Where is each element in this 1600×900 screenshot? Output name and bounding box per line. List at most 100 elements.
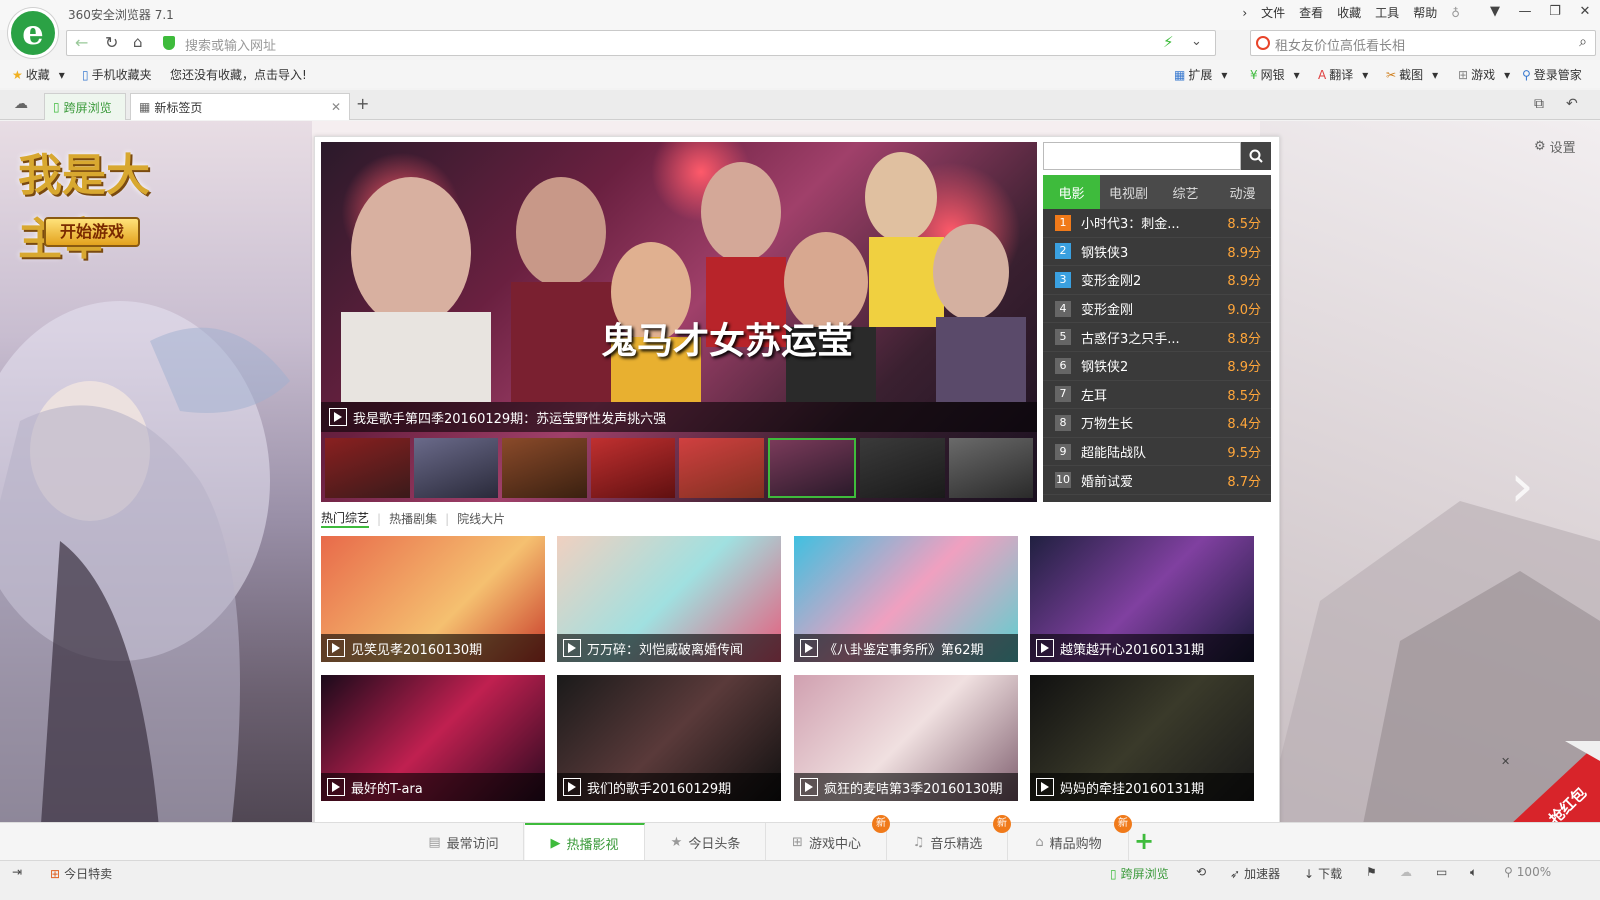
lightning-icon[interactable]: ⚡ bbox=[1163, 33, 1174, 51]
subtab-cinema[interactable]: 院线大片 bbox=[457, 510, 505, 527]
login-manager-button[interactable]: ⚲ 登录管家 bbox=[1522, 66, 1582, 83]
settings-button[interactable]: ⚙ 设置 bbox=[1534, 137, 1576, 156]
menu-view[interactable]: 查看 bbox=[1299, 4, 1323, 21]
hero-thumbnail[interactable] bbox=[413, 438, 498, 498]
flag-icon[interactable]: ⚑ bbox=[1366, 865, 1377, 879]
ranking-item[interactable]: 10 婚前试爱 8.7分 bbox=[1043, 466, 1271, 495]
ranking-item[interactable]: 1 小时代3：刺金... 8.5分 bbox=[1043, 209, 1271, 238]
nav-bar: ← ↻ ⌂ 搜索或输入网址 ⚡ ⌄ 租女友价位高低看长相 ⌕ bbox=[64, 29, 1600, 57]
new-tab-button[interactable]: + bbox=[356, 94, 369, 113]
close-icon[interactable]: ✕ bbox=[331, 100, 341, 114]
ranking-item[interactable]: 7 左耳 8.5分 bbox=[1043, 381, 1271, 410]
restore-tabs-icon[interactable]: ⧉ bbox=[1534, 96, 1544, 112]
hero-thumbnail[interactable] bbox=[860, 438, 945, 498]
bottom-nav-item[interactable]: ★ 今日头条 bbox=[646, 823, 766, 861]
menu-help[interactable]: 帮助 bbox=[1413, 4, 1437, 21]
tab-variety[interactable]: 综艺 bbox=[1157, 175, 1214, 209]
browser-logo[interactable]: e bbox=[8, 8, 58, 58]
cloud-icon[interactable]: ☁ bbox=[14, 96, 28, 112]
ebank-button[interactable]: ¥ 网银 ▾ bbox=[1250, 66, 1300, 83]
next-arrow-icon[interactable]: › bbox=[1510, 451, 1534, 521]
menu-tools[interactable]: 工具 bbox=[1375, 4, 1399, 21]
bottom-nav-item[interactable]: ⌂ 精品购物新 bbox=[1009, 815, 1132, 861]
cross-screen-button[interactable]: ▯ 跨屏浏览 bbox=[1110, 865, 1169, 882]
add-nav-button[interactable]: + bbox=[1134, 827, 1154, 855]
video-card[interactable]: 最好的T-ara bbox=[321, 675, 545, 801]
accelerator-button[interactable]: ➶ 加速器 bbox=[1230, 865, 1280, 882]
bottom-nav-item[interactable]: ▶ 热播影视 bbox=[525, 823, 645, 861]
address-bar[interactable]: ← ↻ ⌂ 搜索或输入网址 ⚡ ⌄ bbox=[66, 30, 1216, 56]
bottom-nav-item[interactable]: ♫ 音乐精选新 bbox=[888, 815, 1011, 861]
rank-title: 变形金刚2 bbox=[1081, 274, 1142, 290]
refresh-icon[interactable]: ↻ bbox=[105, 33, 118, 52]
tab-movie[interactable]: 电影 bbox=[1043, 175, 1100, 209]
skin-icon[interactable]: ▼ bbox=[1480, 0, 1510, 22]
video-card[interactable]: 越策越开心20160131期 bbox=[1030, 536, 1254, 662]
search-box[interactable]: 租女友价位高低看长相 ⌕ bbox=[1250, 30, 1596, 56]
back-icon[interactable]: ← bbox=[75, 33, 88, 52]
window-icon[interactable]: ▭ bbox=[1436, 865, 1447, 879]
tab-tv-series[interactable]: 电视剧 bbox=[1100, 175, 1157, 209]
sidebar-toggle-icon[interactable]: ⇥ bbox=[12, 865, 22, 879]
search-icon[interactable]: ⌕ bbox=[1579, 34, 1587, 50]
dropdown-icon[interactable]: ⌄ bbox=[1191, 34, 1202, 49]
search-engine-icon[interactable] bbox=[1256, 36, 1270, 50]
today-deal-button[interactable]: ⊞ 今日特卖 bbox=[50, 865, 112, 882]
hero-thumbnail[interactable] bbox=[948, 438, 1033, 498]
import-hint[interactable]: 您还没有收藏，点击导入! bbox=[170, 66, 307, 83]
medal-icon[interactable]: ♁ bbox=[1451, 6, 1460, 20]
video-card[interactable]: 妈妈的牵挂20160131期 bbox=[1030, 675, 1254, 801]
hero-banner[interactable]: 鬼马才女苏运莹 我是歌手第四季20160129期：苏运莹野性发声挑六强 bbox=[321, 142, 1037, 502]
bottom-nav-item[interactable]: ▤ 最常访问 bbox=[404, 823, 524, 861]
volume-icon[interactable]: 🔈︎ bbox=[1470, 865, 1477, 880]
close-button[interactable]: ✕ bbox=[1570, 0, 1600, 22]
mobile-favorites-button[interactable]: ▯ 手机收藏夹 bbox=[82, 66, 152, 83]
chevron-right-icon[interactable]: › bbox=[1242, 6, 1247, 20]
zoom-icon[interactable]: ⚲ 100% bbox=[1504, 865, 1551, 879]
menu-file[interactable]: 文件 bbox=[1261, 4, 1285, 21]
tab-cross-screen[interactable]: ▯ 跨屏浏览 bbox=[44, 93, 126, 120]
hero-thumbnail[interactable] bbox=[679, 438, 764, 498]
menu-favorites[interactable]: 收藏 bbox=[1337, 4, 1361, 21]
video-card[interactable]: 疯狂的麦咭第3季20160130期 bbox=[794, 675, 1018, 801]
ranking-item[interactable]: 5 古惑仔3之只手... 8.8分 bbox=[1043, 323, 1271, 352]
tab-new-tab[interactable]: ▦ 新标签页 ✕ bbox=[130, 93, 350, 120]
tab-anime[interactable]: 动漫 bbox=[1214, 175, 1271, 209]
game-ad-banner[interactable]: 我是大主宰 开始游戏 bbox=[0, 121, 312, 839]
undo-icon[interactable]: ↶ bbox=[1566, 96, 1578, 112]
close-icon[interactable]: ✕ bbox=[1501, 755, 1510, 768]
ranking-item[interactable]: 3 变形金刚2 8.9分 bbox=[1043, 266, 1271, 295]
screenshot-button[interactable]: ✂ 截图 ▾ bbox=[1386, 66, 1438, 83]
rank-number: 1 bbox=[1055, 214, 1071, 231]
download-button[interactable]: ↓ 下载 bbox=[1304, 865, 1342, 882]
hero-thumbnail[interactable] bbox=[325, 438, 410, 498]
subtab-hot-variety[interactable]: 热门综艺 bbox=[321, 509, 370, 528]
video-card[interactable]: 《八卦鉴定事务所》第62期 bbox=[794, 536, 1018, 662]
bottom-nav-item[interactable]: ⊞ 游戏中心新 bbox=[767, 815, 890, 861]
video-search-button[interactable] bbox=[1241, 142, 1271, 170]
subtab-hot-series[interactable]: 热播剧集 bbox=[389, 510, 437, 527]
video-card[interactable]: 万万碎：刘恺威破离婚传闻 bbox=[557, 536, 781, 662]
hero-thumbnail[interactable] bbox=[502, 438, 587, 498]
hero-caption[interactable]: 我是歌手第四季20160129期：苏运莹野性发声挑六强 bbox=[321, 402, 1037, 432]
minimize-button[interactable]: — bbox=[1510, 0, 1540, 22]
start-game-button[interactable]: 开始游戏 bbox=[44, 217, 140, 247]
feedback-icon[interactable]: ⟲ bbox=[1196, 865, 1206, 879]
translate-button[interactable]: A 翻译 ▾ bbox=[1318, 66, 1368, 83]
ranking-item[interactable]: 8 万物生长 8.4分 bbox=[1043, 409, 1271, 438]
ranking-item[interactable]: 9 超能陆战队 9.5分 bbox=[1043, 438, 1271, 467]
video-card[interactable]: 我们的歌手20160129期 bbox=[557, 675, 781, 801]
games-button[interactable]: ⊞ 游戏 ▾ bbox=[1458, 66, 1510, 83]
ranking-item[interactable]: 6 钢铁侠2 8.9分 bbox=[1043, 352, 1271, 381]
video-search-input[interactable] bbox=[1043, 142, 1241, 170]
video-card[interactable]: 见笑见孝20160130期 bbox=[321, 536, 545, 662]
maximize-button[interactable]: ❐ bbox=[1540, 0, 1570, 22]
hero-thumbnail[interactable] bbox=[590, 438, 675, 498]
ranking-item[interactable]: 4 变形金刚 9.0分 bbox=[1043, 295, 1271, 324]
ranking-item[interactable]: 2 钢铁侠3 8.9分 bbox=[1043, 238, 1271, 267]
cloud-icon[interactable]: ☁ bbox=[1400, 865, 1412, 879]
favorites-button[interactable]: ★ 收藏 ▾ bbox=[12, 66, 65, 83]
hero-thumbnail-selected[interactable] bbox=[767, 438, 856, 498]
home-icon[interactable]: ⌂ bbox=[133, 33, 143, 51]
extensions-button[interactable]: ▦ 扩展 ▾ bbox=[1174, 66, 1227, 83]
